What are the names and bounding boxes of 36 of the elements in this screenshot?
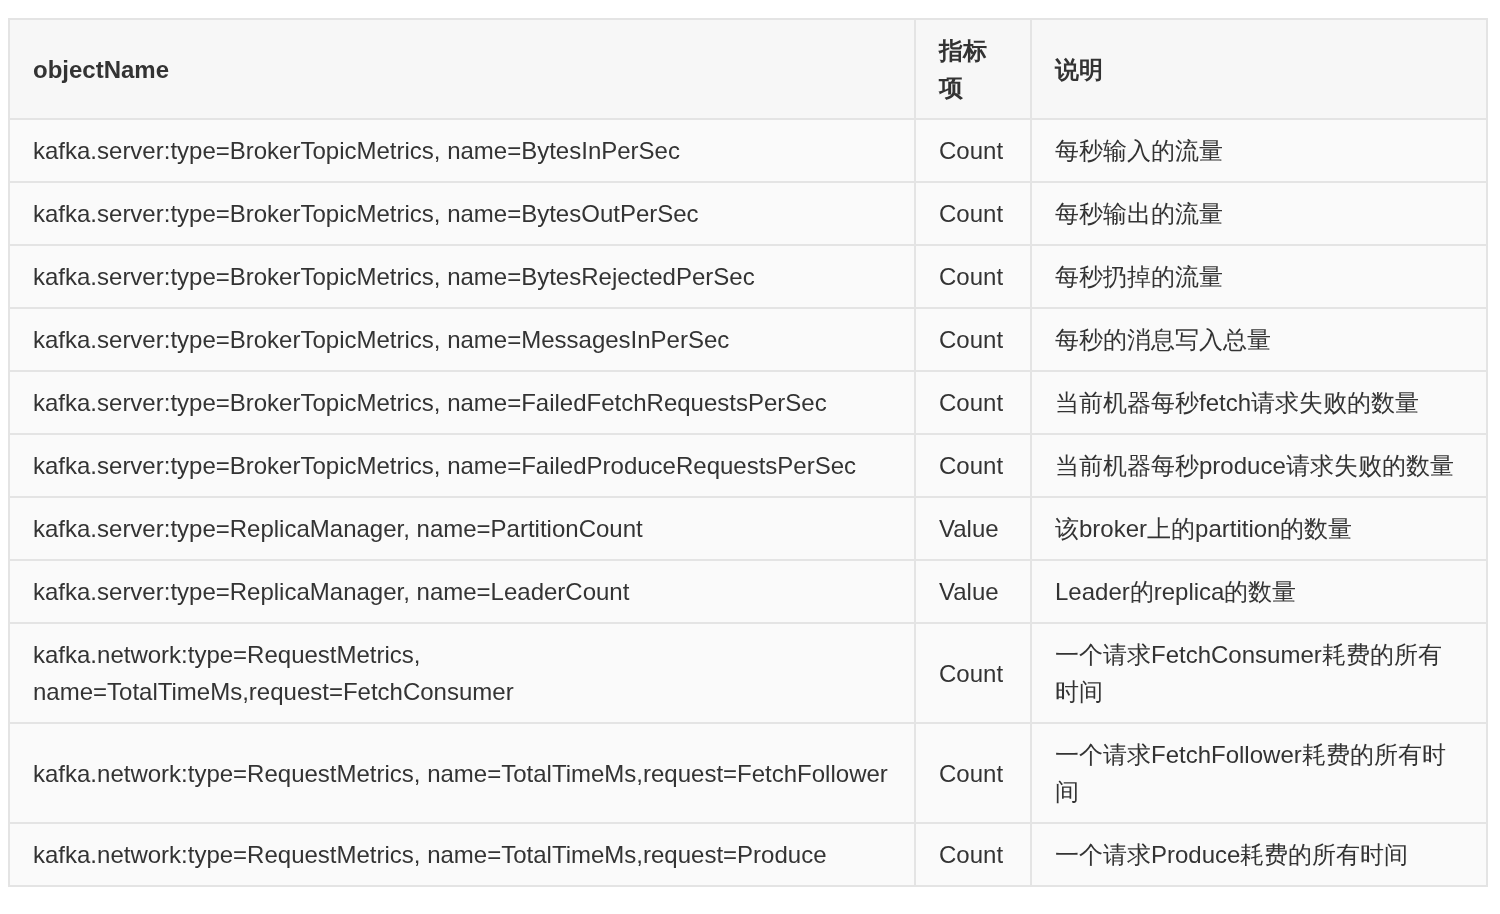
table-cell: 每秒输入的流量 <box>1031 119 1487 182</box>
table-cell: Leader的replica的数量 <box>1031 560 1487 623</box>
table-cell: Count <box>915 723 1031 823</box>
table-cell: Value <box>915 560 1031 623</box>
table-cell: 一个请求FetchConsumer耗费的所有时间 <box>1031 623 1487 723</box>
table-cell: kafka.server:type=BrokerTopicMetrics, name=BytesInPerSec <box>9 119 915 182</box>
table-cell: kafka.network:type=RequestMetrics, name=TotalTimeMs,request=FetchFollower <box>9 723 915 823</box>
table-cell: 一个请求Produce耗费的所有时间 <box>1031 823 1487 886</box>
table-cell: kafka.server:type=BrokerTopicMetrics, name=BytesRejectedPerSec <box>9 245 915 308</box>
column-header: 说明 <box>1031 19 1487 119</box>
table-cell: kafka.server:type=ReplicaManager, name=PartitionCount <box>9 497 915 560</box>
table-cell: kafka.server:type=BrokerTopicMetrics, name=BytesOutPerSec <box>9 182 915 245</box>
table-cell: Count <box>915 245 1031 308</box>
table-cell: kafka.server:type=BrokerTopicMetrics, name=MessagesInPerSec <box>9 308 915 371</box>
table-cell: Count <box>915 434 1031 497</box>
table-cell: kafka.network:type=RequestMetrics, name=TotalTimeMs,request=Produce <box>9 823 915 886</box>
table-cell: 当前机器每秒fetch请求失败的数量 <box>1031 371 1487 434</box>
table-cell: Count <box>915 371 1031 434</box>
table-cell: 每秒扔掉的流量 <box>1031 245 1487 308</box>
table-cell: Count <box>915 182 1031 245</box>
table-cell: kafka.network:type=RequestMetrics, name=TotalTimeMs,request=FetchConsumer <box>9 623 915 723</box>
table-cell: 该broker上的partition的数量 <box>1031 497 1487 560</box>
table-cell: 一个请求FetchFollower耗费的所有时间 <box>1031 723 1487 823</box>
table-cell: kafka.server:type=ReplicaManager, name=LeaderCount <box>9 560 915 623</box>
table-cell: kafka.server:type=BrokerTopicMetrics, name=FailedFetchRequestsPerSec <box>9 371 915 434</box>
table-cell: Count <box>915 119 1031 182</box>
table-cell: kafka.server:type=BrokerTopicMetrics, name=FailedProduceRequestsPerSec <box>9 434 915 497</box>
table-cell: Count <box>915 823 1031 886</box>
column-header: 指标项 <box>915 19 1031 119</box>
table-cell: 每秒输出的流量 <box>1031 182 1487 245</box>
table-cell: Count <box>915 308 1031 371</box>
table-cell: Value <box>915 497 1031 560</box>
table-cell: Count <box>915 623 1031 723</box>
table-cell: 当前机器每秒produce请求失败的数量 <box>1031 434 1487 497</box>
column-header: objectName <box>9 19 915 119</box>
table-cell: 每秒的消息写入总量 <box>1031 308 1487 371</box>
